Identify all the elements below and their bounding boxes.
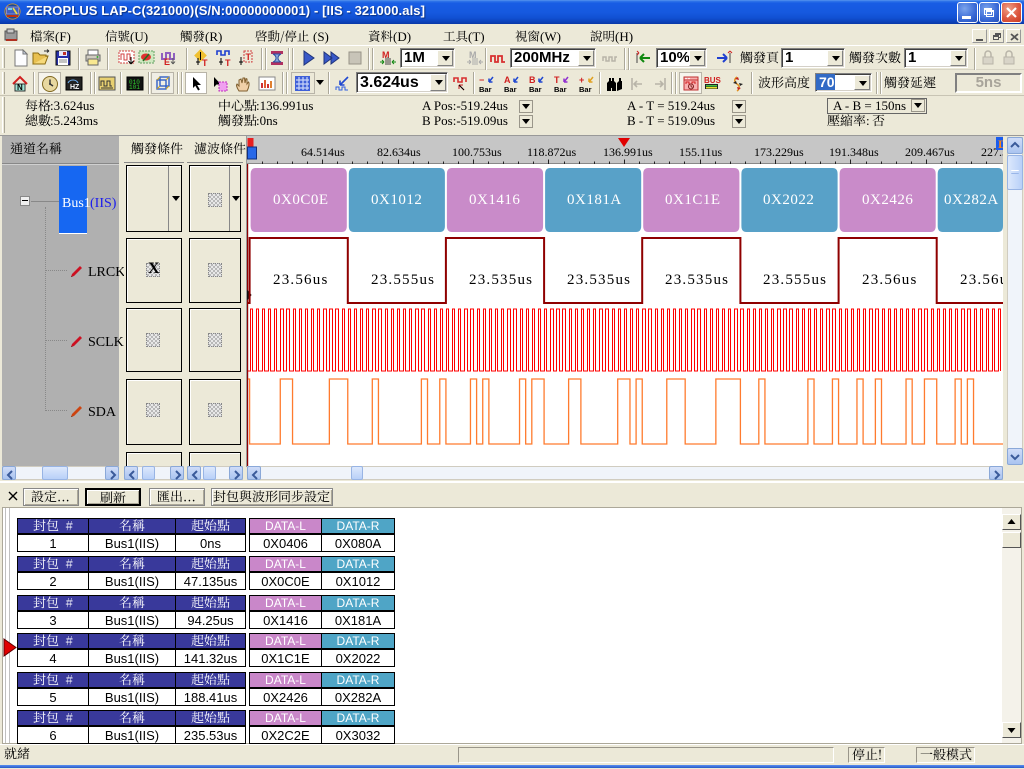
svg-text:T: T (554, 75, 560, 85)
svg-text:Bar: Bar (479, 85, 492, 93)
svg-text:Bar: Bar (529, 85, 542, 93)
svg-text:Bar: Bar (554, 85, 567, 93)
svg-text:Bar: Bar (504, 85, 517, 93)
svg-text:B: B (529, 75, 536, 85)
svg-text:−: − (479, 75, 484, 85)
svg-text:A: A (504, 75, 511, 85)
svg-text:BUS: BUS (704, 76, 721, 85)
svg-text:101: 101 (129, 84, 140, 91)
svg-text:E: E (164, 57, 170, 67)
svg-text:HZ: HZ (70, 84, 80, 91)
svg-text:N: N (17, 83, 23, 92)
svg-text:Bar: Bar (579, 85, 592, 93)
svg-text:T: T (246, 52, 252, 62)
svg-text:T: T (225, 58, 231, 67)
svg-text:+: + (579, 75, 584, 85)
svg-text:T: T (202, 58, 208, 67)
